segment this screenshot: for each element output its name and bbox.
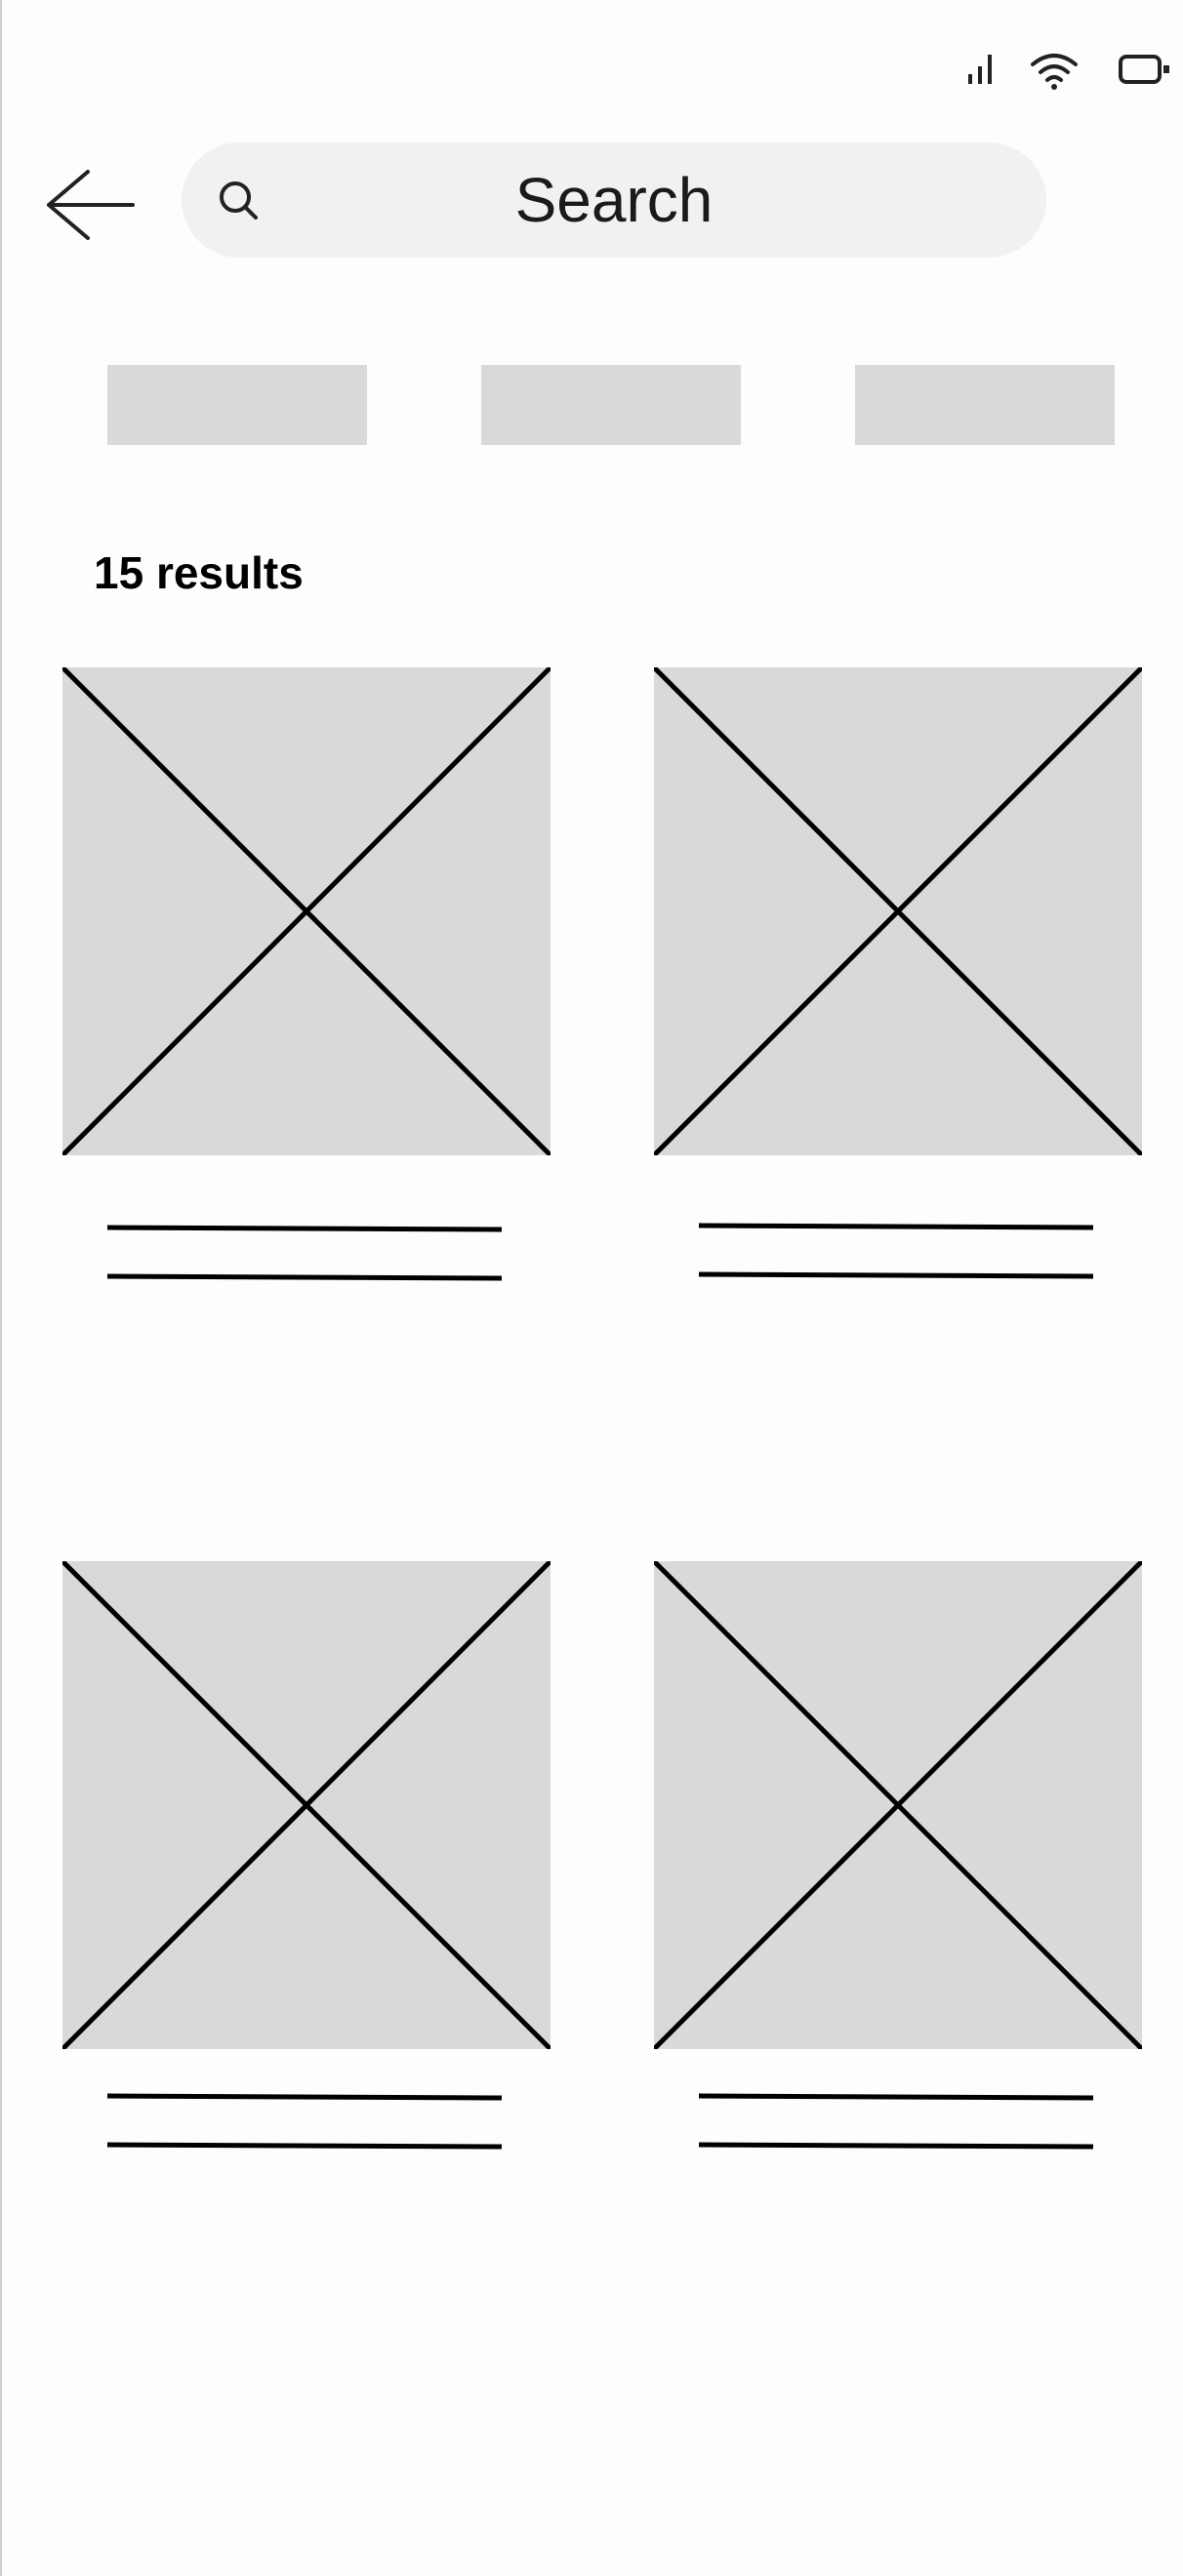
status-bar (890, 39, 1183, 98)
image-placeholder (654, 667, 1142, 1155)
image-placeholder (62, 1561, 551, 2049)
frame-edge (0, 0, 2, 2576)
back-button[interactable] (43, 166, 141, 244)
text-placeholder-lines (698, 2093, 1094, 2150)
filter-chip[interactable] (481, 365, 741, 445)
result-card[interactable] (654, 1561, 1142, 2150)
result-card[interactable] (654, 667, 1142, 1279)
battery-icon (1117, 51, 1183, 95)
image-placeholder (654, 1561, 1142, 2049)
arrow-left-icon (43, 170, 141, 248)
text-placeholder-lines (106, 1225, 503, 1281)
image-placeholder (62, 667, 551, 1155)
signal-icon (962, 49, 1001, 93)
text-placeholder-lines (698, 1223, 1094, 1279)
search-input[interactable]: Search (182, 142, 1046, 258)
result-card[interactable] (62, 1561, 551, 2150)
filter-chip[interactable] (107, 365, 367, 445)
text-placeholder-lines (106, 2093, 503, 2150)
filter-chip[interactable] (855, 365, 1115, 445)
wifi-icon (1027, 49, 1081, 97)
results-count: 15 results (94, 547, 304, 598)
result-card[interactable] (62, 667, 551, 1281)
search-placeholder: Search (514, 165, 714, 235)
